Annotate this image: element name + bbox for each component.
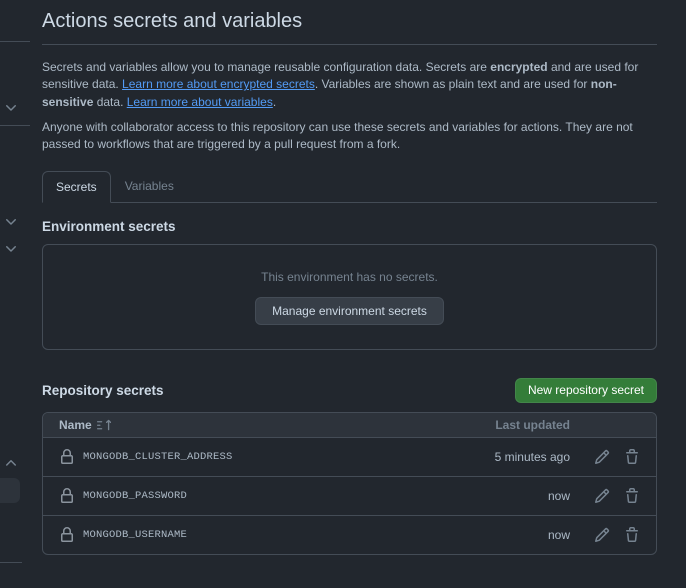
- chevron-down-icon[interactable]: [3, 241, 19, 257]
- trash-icon: [624, 488, 640, 504]
- row-actions: [594, 488, 640, 504]
- table-row: MONGODB_CLUSTER_ADDRESS 5 minutes ago: [43, 437, 656, 476]
- delete-secret-button[interactable]: [624, 449, 640, 465]
- tab-bar: Secrets Variables: [42, 171, 657, 203]
- edit-secret-button[interactable]: [594, 527, 610, 543]
- pencil-icon: [594, 449, 610, 465]
- main-content: Actions secrets and variables Secrets an…: [42, 0, 657, 555]
- sidebar-selected-item[interactable]: [0, 478, 20, 503]
- intro-text: . Variables are shown as plain text and …: [315, 77, 591, 91]
- pencil-icon: [594, 527, 610, 543]
- page-title: Actions secrets and variables: [42, 0, 657, 45]
- sort-ascending-icon: [97, 418, 111, 432]
- secret-name: MONGODB_CLUSTER_ADDRESS: [83, 451, 450, 463]
- sidebar-divider: [0, 562, 22, 563]
- settings-sidebar: [0, 0, 30, 588]
- pencil-icon: [594, 488, 610, 504]
- repository-secrets-heading: Repository secrets: [42, 383, 164, 398]
- tab-secrets[interactable]: Secrets: [42, 171, 111, 203]
- last-updated-value: 5 minutes ago: [450, 450, 570, 464]
- intro-bold-encrypted: encrypted: [490, 60, 547, 74]
- intro-text: .: [273, 95, 276, 109]
- edit-secret-button[interactable]: [594, 449, 610, 465]
- last-updated-value: now: [450, 528, 570, 542]
- sidebar-divider: [0, 41, 30, 42]
- manage-environment-secrets-button[interactable]: Manage environment secrets: [255, 297, 444, 325]
- repository-secrets-header: Repository secrets New repository secret: [42, 378, 657, 403]
- environment-secrets-box: This environment has no secrets. Manage …: [42, 244, 657, 350]
- link-encrypted-secrets[interactable]: Learn more about encrypted secrets: [122, 77, 315, 91]
- intro-paragraph: Secrets and variables allow you to manag…: [42, 59, 657, 111]
- edit-secret-button[interactable]: [594, 488, 610, 504]
- intro-text: data.: [93, 95, 126, 109]
- link-variables[interactable]: Learn more about variables: [127, 95, 273, 109]
- trash-icon: [624, 527, 640, 543]
- last-updated-value: now: [450, 489, 570, 503]
- table-row: MONGODB_PASSWORD now: [43, 476, 656, 515]
- chevron-down-icon[interactable]: [3, 100, 19, 116]
- tab-variables[interactable]: Variables: [111, 171, 188, 202]
- delete-secret-button[interactable]: [624, 527, 640, 543]
- empty-environment-message: This environment has no secrets.: [261, 270, 438, 284]
- row-actions: [594, 449, 640, 465]
- new-repository-secret-button[interactable]: New repository secret: [515, 378, 657, 403]
- chevron-up-icon[interactable]: [3, 455, 19, 471]
- last-updated-column-header: Last updated: [450, 418, 570, 432]
- trash-icon: [624, 449, 640, 465]
- lock-icon: [59, 449, 75, 465]
- name-column-label: Name: [59, 418, 92, 432]
- lock-icon: [59, 527, 75, 543]
- delete-secret-button[interactable]: [624, 488, 640, 504]
- table-header-row: Name Last updated: [43, 413, 656, 437]
- intro-text: Secrets and variables allow you to manag…: [42, 60, 490, 74]
- secret-name: MONGODB_PASSWORD: [83, 490, 450, 502]
- table-row: MONGODB_USERNAME now: [43, 515, 656, 554]
- repository-secrets-table: Name Last updated MONGODB_CLUSTER_ADDRES…: [42, 412, 657, 555]
- name-column-header[interactable]: Name: [59, 418, 450, 432]
- chevron-down-icon[interactable]: [3, 214, 19, 230]
- row-actions: [594, 527, 640, 543]
- lock-icon: [59, 488, 75, 504]
- collaborator-note: Anyone with collaborator access to this …: [42, 119, 657, 154]
- sidebar-divider: [0, 125, 30, 126]
- environment-secrets-heading: Environment secrets: [42, 219, 657, 234]
- secret-name: MONGODB_USERNAME: [83, 529, 450, 541]
